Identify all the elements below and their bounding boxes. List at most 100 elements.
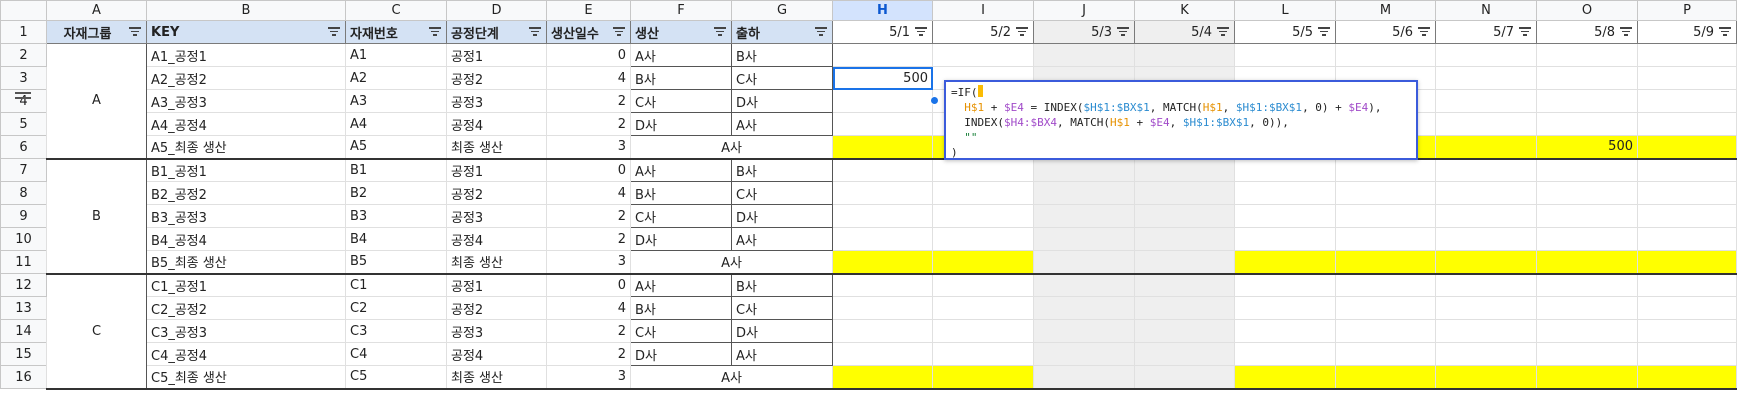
material-no-cell[interactable]: C2 <box>345 296 447 320</box>
date-cell[interactable] <box>932 158 1034 182</box>
row-header-16[interactable]: 16 <box>0 365 47 389</box>
column-header-F[interactable]: F <box>630 0 732 21</box>
date-cell[interactable] <box>1536 181 1638 205</box>
header-group[interactable]: 자재그룹 <box>46 20 147 44</box>
date-cell[interactable] <box>1435 227 1537 251</box>
shipping-cell[interactable]: D사 <box>731 319 833 343</box>
column-header-H[interactable]: H <box>832 0 933 21</box>
production-cell[interactable]: A사 <box>630 158 732 182</box>
stage-cell[interactable]: 공정2 <box>446 181 547 205</box>
header-date[interactable]: 5/6 <box>1335 20 1436 44</box>
group-cell[interactable]: A <box>46 43 147 160</box>
date-cell[interactable] <box>1234 43 1336 67</box>
date-cell[interactable] <box>832 158 933 182</box>
date-cell[interactable] <box>1435 204 1537 228</box>
date-cell[interactable] <box>1637 89 1737 113</box>
stage-cell[interactable]: 최종 생산 <box>446 250 547 275</box>
stage-cell[interactable]: 공정3 <box>446 319 547 343</box>
key-cell[interactable]: A5_최종 생산 <box>146 135 346 160</box>
header-date[interactable]: 5/9 <box>1637 20 1737 44</box>
days-cell[interactable]: 4 <box>546 181 631 205</box>
date-cell[interactable] <box>1335 296 1436 320</box>
date-cell[interactable] <box>1435 342 1537 366</box>
column-header-G[interactable]: G <box>731 0 833 21</box>
select-all-corner[interactable] <box>0 0 47 21</box>
days-cell[interactable]: 2 <box>546 227 631 251</box>
days-cell[interactable]: 3 <box>546 365 631 390</box>
date-cell[interactable] <box>1234 227 1336 251</box>
date-cell[interactable] <box>1033 43 1135 67</box>
filter-icon[interactable] <box>815 27 827 37</box>
stage-cell[interactable]: 공정3 <box>446 89 547 113</box>
date-cell[interactable] <box>1335 43 1436 67</box>
date-cell[interactable] <box>1536 112 1638 136</box>
date-cell[interactable] <box>932 43 1034 67</box>
material-no-cell[interactable]: B5 <box>345 250 447 275</box>
date-cell[interactable] <box>932 227 1034 251</box>
date-cell[interactable] <box>1234 365 1336 390</box>
date-cell[interactable] <box>1335 227 1436 251</box>
key-cell[interactable]: C3_공정3 <box>146 319 346 343</box>
date-cell[interactable] <box>832 204 933 228</box>
header-key[interactable]: KEY <box>146 20 346 44</box>
column-header-D[interactable]: D <box>446 0 547 21</box>
material-no-cell[interactable]: C3 <box>345 319 447 343</box>
date-cell[interactable] <box>1234 296 1336 320</box>
date-cell[interactable] <box>1536 319 1638 343</box>
date-cell[interactable] <box>832 112 933 136</box>
filter-icon[interactable] <box>613 27 625 37</box>
date-cell[interactable] <box>932 342 1034 366</box>
key-cell[interactable]: A3_공정3 <box>146 89 346 113</box>
group-cell[interactable]: B <box>46 158 147 275</box>
date-cell[interactable] <box>1033 250 1135 275</box>
material-no-cell[interactable]: B1 <box>345 158 447 182</box>
days-cell[interactable]: 0 <box>546 43 631 67</box>
column-header-O[interactable]: O <box>1536 0 1638 21</box>
date-cell[interactable] <box>832 250 933 275</box>
date-cell[interactable] <box>1435 158 1537 182</box>
date-cell[interactable] <box>1234 273 1336 297</box>
header-material-no[interactable]: 자재번호 <box>345 20 447 44</box>
shipping-cell[interactable]: C사 <box>731 296 833 320</box>
row-header-1[interactable]: 1 <box>0 20 47 44</box>
row-header-13[interactable]: 13 <box>0 296 47 320</box>
days-cell[interactable]: 4 <box>546 296 631 320</box>
date-cell[interactable] <box>1335 342 1436 366</box>
date-cell[interactable] <box>1134 43 1235 67</box>
material-no-cell[interactable]: C4 <box>345 342 447 366</box>
key-cell[interactable]: C2_공정2 <box>146 296 346 320</box>
days-cell[interactable]: 0 <box>546 273 631 297</box>
material-no-cell[interactable]: C5 <box>345 365 447 390</box>
date-cell[interactable] <box>1134 365 1235 390</box>
selected-cell[interactable]: 500 <box>832 66 933 90</box>
date-cell[interactable] <box>1134 342 1235 366</box>
header-stage[interactable]: 공정단계 <box>446 20 547 44</box>
material-no-cell[interactable]: B3 <box>345 204 447 228</box>
date-cell[interactable] <box>1536 204 1638 228</box>
days-cell[interactable]: 2 <box>546 204 631 228</box>
row-resize-grip[interactable] <box>15 92 31 102</box>
material-no-cell[interactable]: B2 <box>345 181 447 205</box>
key-cell[interactable]: C5_최종 생산 <box>146 365 346 390</box>
date-cell[interactable] <box>1134 227 1235 251</box>
stage-cell[interactable]: 공정4 <box>446 112 547 136</box>
production-cell[interactable]: D사 <box>630 112 732 136</box>
date-cell[interactable] <box>1637 135 1737 160</box>
days-cell[interactable]: 2 <box>546 342 631 366</box>
date-cell[interactable]: 500 <box>1536 135 1638 160</box>
date-cell[interactable] <box>1637 296 1737 320</box>
material-no-cell[interactable]: A1 <box>345 43 447 67</box>
row-header-8[interactable]: 8 <box>0 181 47 205</box>
date-cell[interactable] <box>1134 204 1235 228</box>
stage-cell[interactable]: 공정3 <box>446 204 547 228</box>
material-no-cell[interactable]: A3 <box>345 89 447 113</box>
date-cell[interactable] <box>1435 365 1537 390</box>
date-cell[interactable] <box>1637 158 1737 182</box>
header-date[interactable]: 5/4 <box>1134 20 1235 44</box>
shipping-cell[interactable]: A사 <box>731 227 833 251</box>
header-date[interactable]: 5/1 <box>832 20 933 44</box>
column-header-B[interactable]: B <box>146 0 346 21</box>
date-cell[interactable] <box>932 181 1034 205</box>
days-cell[interactable]: 2 <box>546 112 631 136</box>
date-cell[interactable] <box>1234 181 1336 205</box>
